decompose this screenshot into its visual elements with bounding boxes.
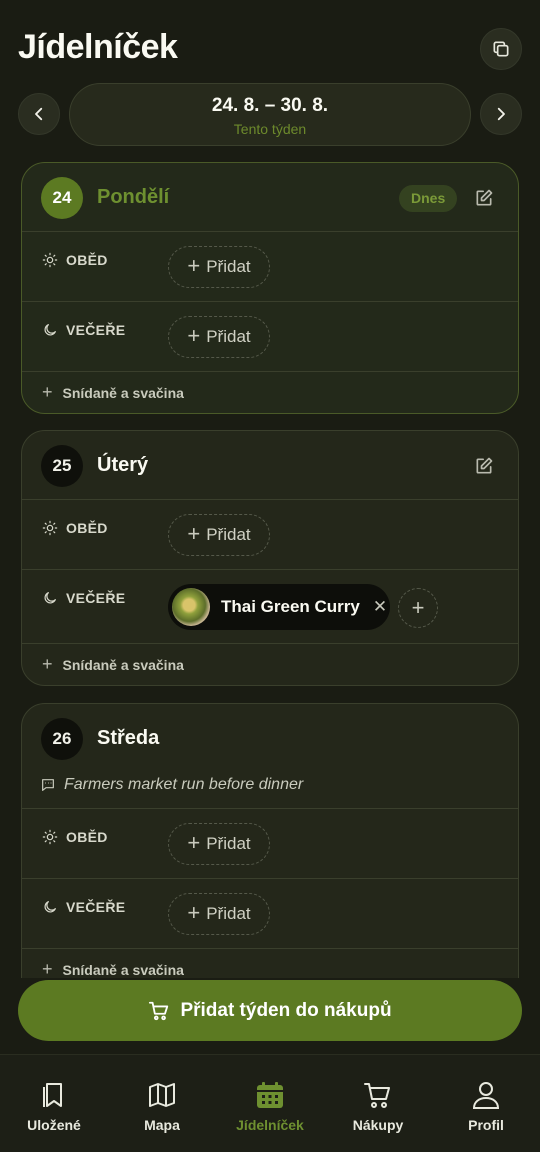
page-title: Jídelníček <box>18 28 178 66</box>
chevron-right-icon <box>497 107 505 121</box>
tab-label: Nákupy <box>352 1117 404 1133</box>
day-note-text: Farmers market run before dinner <box>64 776 304 793</box>
moon-icon <box>44 324 56 336</box>
day-number: 26 <box>41 718 83 760</box>
map-icon <box>149 1083 175 1107</box>
day-name: Úterý <box>97 454 149 476</box>
meal-row-dinner: VEČEŘE + Přidat <box>22 879 518 949</box>
plus-icon: + <box>187 253 201 278</box>
week-subtitle: Tento týden <box>233 121 307 137</box>
chevron-left-icon <box>35 107 43 121</box>
recipe-name: Thai Green Curry <box>221 597 360 616</box>
moon-icon <box>44 592 56 604</box>
user-icon <box>472 1082 500 1109</box>
day-card-wednesday: 26 Středa Farmers market run before dinn… <box>21 703 519 978</box>
add-label: Přidat <box>206 525 251 544</box>
day-name: Pondělí <box>97 186 170 208</box>
week-selector[interactable]: 24. 8. – 30. 8. Tento týden <box>69 83 471 146</box>
plus-icon: + <box>187 521 201 546</box>
meal-row-dinner: VEČEŘE + Přidat <box>22 302 518 372</box>
add-lunch-button[interactable]: + Přidat <box>168 246 270 288</box>
add-label: Přidat <box>206 904 251 923</box>
add-snacks-button[interactable]: + Snídaně a svačina <box>22 949 518 978</box>
header: Jídelníček 24. 8. – 30. 8. Tento týden <box>0 0 540 160</box>
plus-icon: + <box>42 382 53 402</box>
day-list[interactable]: 24 Pondělí Dnes OBĚD + Přidat VEČEŘE + Při… <box>0 160 540 978</box>
tab-saved[interactable]: Uložené <box>0 1055 108 1152</box>
add-lunch-button[interactable]: + Přidat <box>168 514 270 556</box>
plus-icon: + <box>411 595 425 620</box>
next-week-button[interactable] <box>480 93 522 135</box>
day-header: 25 Úterý <box>22 431 518 500</box>
plus-icon: + <box>187 900 201 925</box>
tab-meal-plan[interactable]: Jídelníček <box>216 1055 324 1152</box>
add-lunch-button[interactable]: + Přidat <box>168 823 270 865</box>
meal-chip[interactable]: Thai Green Curry ✕ <box>168 584 390 630</box>
day-number: 24 <box>41 177 83 219</box>
tab-map[interactable]: Mapa <box>108 1055 216 1152</box>
add-label: Přidat <box>206 257 251 276</box>
snacks-label: Snídaně a svačina <box>62 656 184 673</box>
copy-week-button[interactable] <box>480 28 522 70</box>
plus-icon: + <box>42 959 53 978</box>
moon-icon <box>44 901 56 913</box>
copy-icon <box>493 41 509 57</box>
meal-row-lunch: OBĚD + Přidat <box>22 232 518 302</box>
meal-row-lunch: OBĚD + Přidat <box>22 500 518 570</box>
day-name: Středa <box>97 727 160 749</box>
meal-row-dinner: VEČEŘE Thai Green Curry ✕ + <box>22 570 518 644</box>
recipe-thumbnail <box>172 588 210 626</box>
meal-row-lunch: OBĚD + Přidat <box>22 809 518 879</box>
add-snacks-button[interactable]: + Snídaně a svačina <box>22 372 518 413</box>
meal-label-lunch: OBĚD <box>66 252 108 268</box>
add-label: Přidat <box>206 327 251 346</box>
day-header: 26 Středa Farmers market run before dinn… <box>22 704 518 809</box>
calendar-icon <box>257 1082 283 1108</box>
meal-label-dinner: VEČEŘE <box>66 590 126 606</box>
tab-profile[interactable]: Profil <box>432 1055 540 1152</box>
tab-shopping[interactable]: Nákupy <box>324 1055 432 1152</box>
bookmarks-icon <box>43 1083 62 1107</box>
sun-icon <box>42 520 58 536</box>
cart-icon <box>364 1083 390 1108</box>
meal-label-dinner: VEČEŘE <box>66 322 126 338</box>
tab-label: Uložené <box>27 1117 81 1133</box>
snacks-label: Snídaně a svačina <box>62 961 184 978</box>
day-note[interactable]: Farmers market run before dinner <box>40 776 303 794</box>
comment-icon <box>42 779 54 791</box>
add-dinner-button[interactable]: + Přidat <box>168 893 270 935</box>
meal-label-dinner: VEČEŘE <box>66 899 126 915</box>
sun-icon <box>42 252 58 268</box>
plus-icon: + <box>42 654 53 674</box>
remove-meal-icon[interactable]: ✕ <box>373 597 387 617</box>
cart-icon <box>149 1001 169 1020</box>
meal-label-lunch: OBĚD <box>66 520 108 536</box>
plus-icon: + <box>187 830 201 855</box>
day-number: 25 <box>41 445 83 487</box>
tab-label: Profil <box>468 1117 504 1133</box>
cta-label: Přidat týden do nákupů <box>180 999 392 1021</box>
day-header: 24 Pondělí Dnes <box>22 163 518 232</box>
bottom-tab-bar: Uložené Mapa Jídelníček Nákupy Profil <box>0 1054 540 1152</box>
sun-icon <box>42 829 58 845</box>
meal-label-lunch: OBĚD <box>66 829 108 845</box>
edit-note-icon[interactable] <box>474 456 494 476</box>
add-dinner-button[interactable]: + Přidat <box>168 316 270 358</box>
today-badge: Dnes <box>399 185 458 212</box>
day-card-tuesday: 25 Úterý OBĚD + Přidat VEČEŘE Thai Green … <box>21 430 519 686</box>
add-another-dinner-button[interactable]: + <box>398 588 438 628</box>
snacks-label: Snídaně a svačina <box>62 384 184 401</box>
day-card-monday: 24 Pondělí Dnes OBĚD + Přidat VEČEŘE + Při… <box>21 162 519 414</box>
plus-icon: + <box>187 323 201 348</box>
tab-label: Mapa <box>144 1117 180 1133</box>
week-range: 24. 8. – 30. 8. <box>211 95 329 116</box>
edit-note-icon[interactable] <box>474 188 494 208</box>
add-week-to-shopping-button[interactable]: Přidat týden do nákupů <box>18 980 522 1041</box>
tab-label: Jídelníček <box>236 1117 304 1133</box>
add-snacks-button[interactable]: + Snídaně a svačina <box>22 644 518 685</box>
add-label: Přidat <box>206 834 251 853</box>
previous-week-button[interactable] <box>18 93 60 135</box>
